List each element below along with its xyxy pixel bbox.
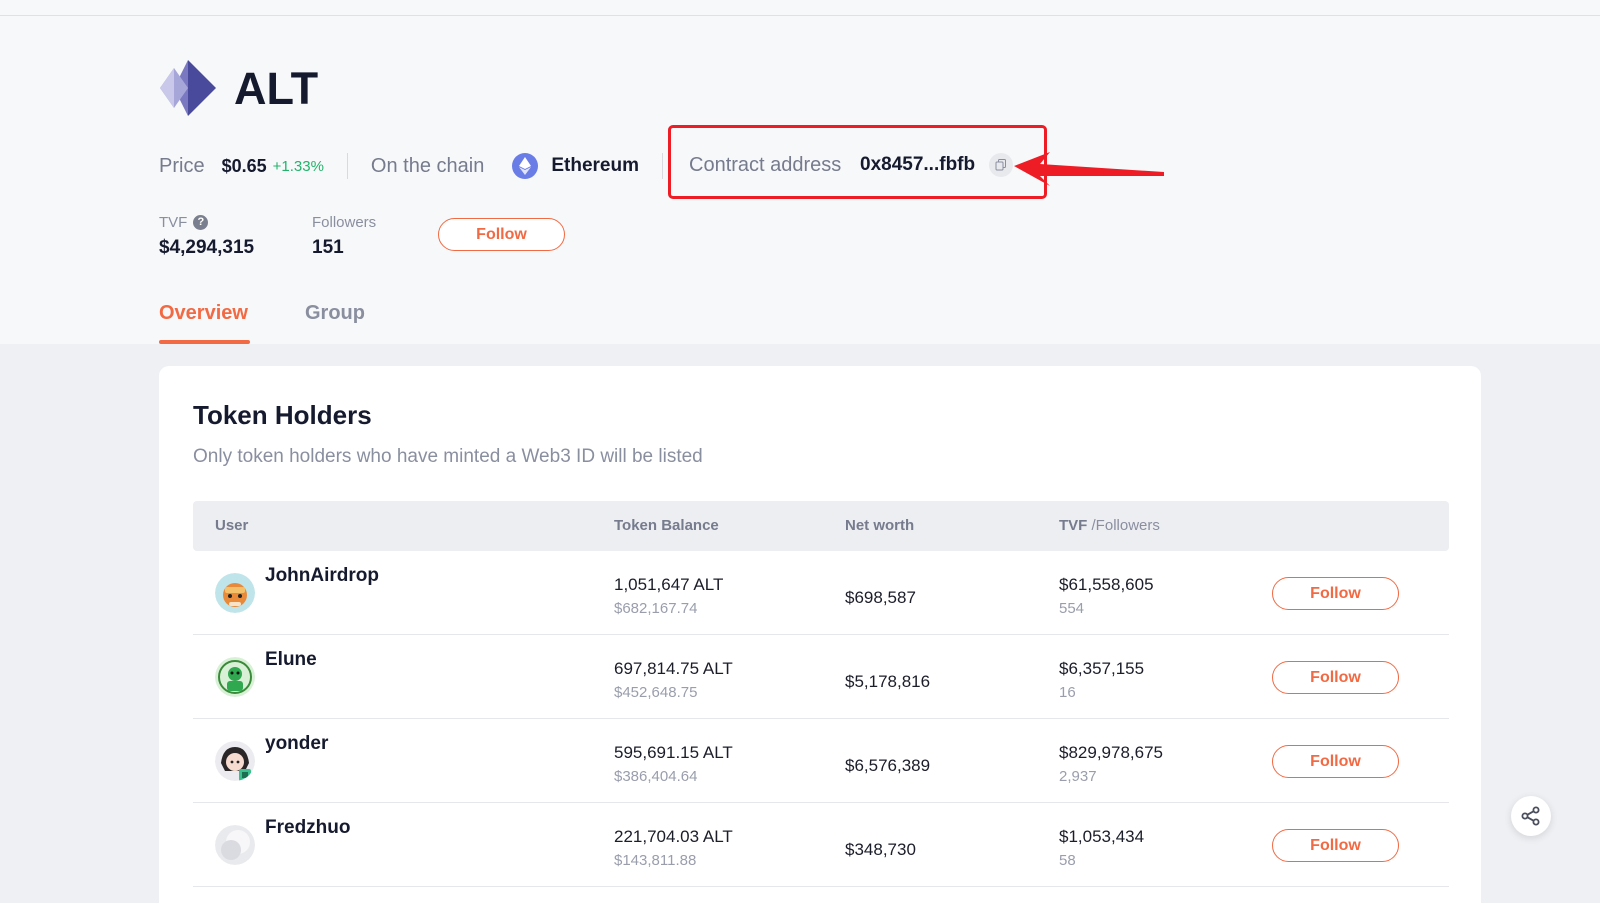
tvf-label: TVF <box>159 213 188 231</box>
card-subtitle: Only token holders who have minted a Web… <box>193 446 703 467</box>
follow-user-button[interactable]: Follow <box>1272 661 1399 694</box>
avatar[interactable] <box>215 825 255 865</box>
net-worth: $6,576,389 <box>845 756 931 775</box>
follow-token-button[interactable]: Follow <box>438 218 565 251</box>
table-row: JohnAirdrop 1,051,647 ALT $682,167.74 $6… <box>193 551 1449 635</box>
followers-count: 2,937 <box>1059 768 1097 785</box>
price-change: +1.33% <box>272 157 324 175</box>
price-label: Price <box>159 154 205 177</box>
follow-user-button[interactable]: Follow <box>1272 745 1399 778</box>
col-token-balance: Token Balance <box>614 517 719 534</box>
tvf-value: $61,558,605 <box>1059 575 1154 594</box>
net-worth: $5,178,816 <box>845 672 931 691</box>
table-row: Fredzhuo 221,704.03 ALT $143,811.88 $348… <box>193 803 1449 887</box>
token-balance-usd: $682,167.74 <box>614 600 698 617</box>
token-balance: 221,704.03 ALT <box>614 827 733 846</box>
share-button[interactable] <box>1511 796 1551 836</box>
follow-user-button[interactable]: Follow <box>1272 829 1399 862</box>
help-icon[interactable]: ? <box>193 214 209 230</box>
chain-name[interactable]: Ethereum <box>551 155 639 177</box>
token-logo-icon <box>160 60 216 116</box>
card-title: Token Holders <box>193 400 372 430</box>
token-name: ALT <box>234 63 319 114</box>
tab-overview[interactable]: Overview <box>159 302 248 325</box>
user-name[interactable]: JohnAirdrop <box>265 565 379 587</box>
token-holders-card: Token Holders Only token holders who hav… <box>159 366 1481 903</box>
followers-count: 554 <box>1059 600 1085 617</box>
table-header: User Token Balance Net worth TVF /Follow… <box>193 501 1449 551</box>
followers-count: 58 <box>1059 852 1076 869</box>
contract-highlight-box <box>668 125 1047 199</box>
col-tvf: TVF /Followers <box>1059 517 1160 534</box>
followers-stat: Followers 151 <box>312 212 376 259</box>
price-value: $0.65 <box>221 155 267 176</box>
tvf-value: $829,978,675 <box>1059 743 1163 762</box>
token-balance: 697,814.75 ALT <box>614 659 733 678</box>
table-row: yonder 595,691.15 ALT $386,404.64 $6,576… <box>193 719 1449 803</box>
col-followers: /Followers <box>1091 517 1160 534</box>
avatar[interactable] <box>215 657 255 697</box>
ethereum-icon <box>512 153 539 179</box>
chain-label: On the chain <box>370 154 485 177</box>
tvf-stat: TVF ? $4,294,315 <box>159 212 254 259</box>
follow-user-button[interactable]: Follow <box>1272 577 1399 610</box>
token-balance: 595,691.15 ALT <box>614 743 733 762</box>
annotation-arrow <box>1014 152 1164 186</box>
token-balance-usd: $452,648.75 <box>614 684 698 701</box>
share-icon <box>1521 806 1540 826</box>
divider <box>346 153 348 179</box>
tvf-value: $1,053,434 <box>1059 827 1145 846</box>
tab-group[interactable]: Group <box>305 302 365 325</box>
tvf-value: $4,294,315 <box>159 237 255 258</box>
avatar[interactable] <box>215 741 255 781</box>
token-info-row: Price $0.65 +1.33% On the chain Ethereum <box>159 150 686 182</box>
tvf-value: $6,357,155 <box>1059 659 1145 678</box>
followers-count: 16 <box>1059 684 1076 701</box>
token-balance: 1,051,647 ALT <box>614 575 724 594</box>
followers-label: Followers <box>312 213 377 231</box>
user-name[interactable]: Elune <box>265 649 317 671</box>
user-name[interactable]: Fredzhuo <box>265 817 351 839</box>
top-bar <box>0 0 1600 16</box>
net-worth: $348,730 <box>845 840 916 859</box>
avatar[interactable] <box>215 573 255 613</box>
active-tab-indicator <box>159 340 250 344</box>
token-balance-usd: $386,404.64 <box>614 768 698 785</box>
divider <box>661 153 663 179</box>
col-user: User <box>215 517 249 534</box>
token-balance-usd: $143,811.88 <box>614 852 697 869</box>
user-name[interactable]: yonder <box>265 733 328 755</box>
net-worth: $698,587 <box>845 588 916 607</box>
table-row: Elune 697,814.75 ALT $452,648.75 $5,178,… <box>193 635 1449 719</box>
col-net-worth: Net worth <box>845 517 915 534</box>
followers-value: 151 <box>312 237 344 258</box>
